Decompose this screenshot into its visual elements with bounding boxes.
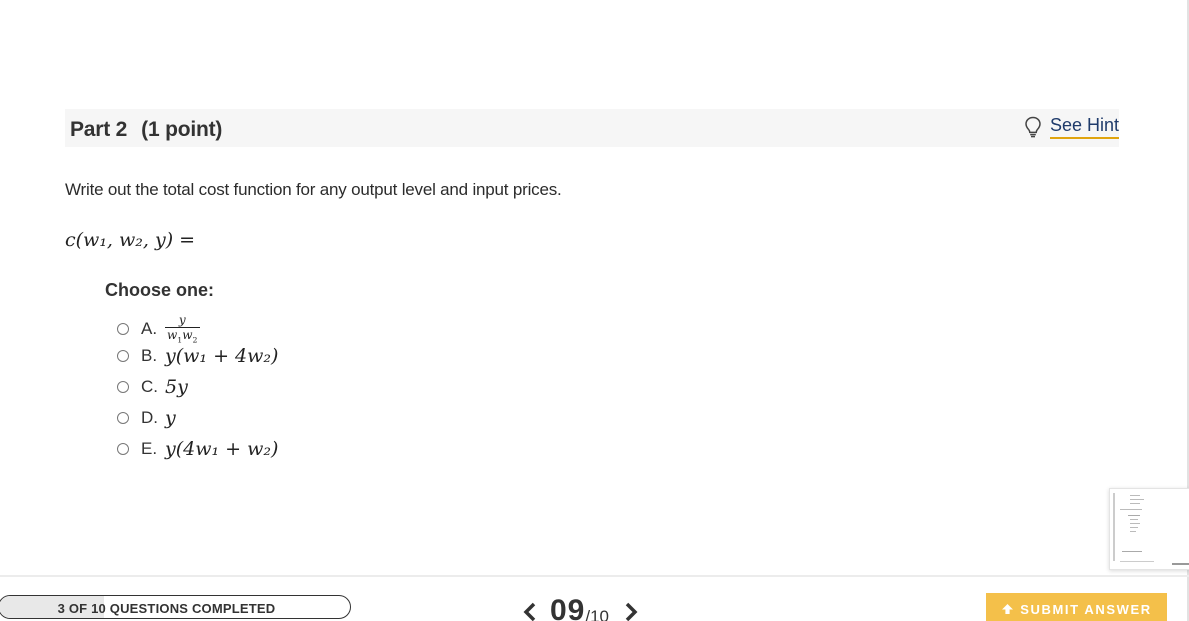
chevron-left-icon[interactable] [522, 601, 538, 621]
part-header: Part 2 (1 point) See Hint [65, 109, 1119, 147]
radio-button[interactable] [117, 323, 129, 336]
radio-button[interactable] [117, 381, 129, 393]
part-title: Part 2 (1 point) [70, 118, 222, 142]
current-question-number: 09 [550, 594, 586, 621]
see-hint-button[interactable]: See Hint [1024, 115, 1119, 139]
choice-d[interactable]: D. y [117, 407, 176, 429]
choice-letter: B. [141, 346, 158, 365]
radio-button[interactable] [117, 350, 129, 362]
question-pager: 09 /10 [522, 594, 639, 621]
equals-sign: = [179, 229, 196, 251]
choice-letter: E. [141, 439, 158, 458]
equation-function: c(w₁, w₂, y) [65, 229, 174, 251]
progress-label: 3 OF 10 QUESTIONS COMPLETED [57, 601, 276, 616]
part-number: Part 2 [70, 118, 128, 141]
part-points: (1 point) [141, 118, 223, 141]
choice-letter: A. [141, 319, 158, 339]
fraction-numerator: y [178, 313, 186, 327]
choice-expression: y(w₁ + 4w₂) [165, 345, 279, 367]
choice-a[interactable]: A. y w1w2 [117, 314, 200, 344]
see-hint-label[interactable]: See Hint [1049, 115, 1119, 139]
fraction-denominator: w1w2 [165, 326, 200, 344]
submit-answer-button[interactable]: SUBMIT ANSWER [986, 593, 1167, 621]
footer-divider [0, 575, 1189, 577]
page-thumbnail[interactable] [1109, 488, 1189, 570]
page: Part 2 (1 point) See Hint Write out the t… [0, 0, 1189, 621]
equation-lhs: c(w₁, w₂, y) = [65, 229, 195, 251]
choice-e[interactable]: E. y(4w₁ + w₂) [117, 438, 278, 460]
choose-one-label: Choose one: [105, 280, 215, 300]
submit-answer-label[interactable]: SUBMIT ANSWER [1020, 602, 1152, 621]
choice-c[interactable]: C. 5y [117, 376, 188, 398]
choice-expression: 5y [165, 376, 188, 398]
choice-letter: C. [141, 377, 158, 396]
choice-expression: y [165, 407, 176, 429]
upload-arrow-icon [1002, 604, 1014, 614]
choice-b[interactable]: B. y(w₁ + 4w₂) [117, 345, 278, 367]
choice-a-fraction: y w1w2 [165, 314, 200, 344]
choice-expression: y(4w₁ + w₂) [165, 438, 279, 460]
total-questions: /10 [585, 607, 610, 621]
question-prompt: Write out the total cost function for an… [65, 180, 562, 199]
thumbnail-preview-icon [1113, 493, 1189, 565]
chevron-right-icon[interactable] [623, 601, 639, 621]
radio-button[interactable] [117, 412, 129, 424]
choice-letter: D. [141, 408, 158, 427]
radio-button[interactable] [117, 443, 129, 455]
progress-bar: 3 OF 10 QUESTIONS COMPLETED [0, 595, 351, 619]
lightbulb-icon [1025, 116, 1041, 138]
